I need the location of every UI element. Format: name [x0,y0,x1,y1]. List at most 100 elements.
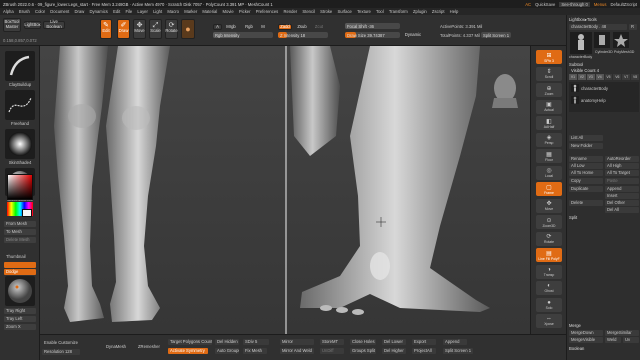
menu-help[interactable]: Help [450,9,459,14]
menu-material[interactable]: Material [202,9,217,14]
all-to-home-button[interactable]: All To Home [569,170,603,176]
menu-picker[interactable]: Picker [239,9,251,14]
ac-toggle[interactable]: AC [525,2,531,7]
canvas-viewport[interactable] [40,46,530,334]
zoom-x-button[interactable]: Zoom X [4,324,36,330]
fix-mesh-button[interactable]: Fix Mesh [243,348,267,354]
orange-button[interactable] [4,262,36,268]
quicksave-button[interactable]: QuickSave [535,2,555,7]
export-button[interactable]: Export [412,339,436,345]
rightshelf-rotate-button[interactable]: ⟳ Rotate [536,231,562,246]
r-button[interactable]: R [629,24,637,30]
menu-transform[interactable]: Transform [389,9,408,14]
visibility-set-v5[interactable]: V5 [604,74,613,80]
rgb-button[interactable]: Rgb [243,24,255,30]
menu-light[interactable]: Light [153,9,162,14]
menu-zplugin[interactable]: Zplugin [413,9,427,14]
groups-split-button[interactable]: Groups Split [350,348,376,354]
menu-brush[interactable]: Brush [19,9,30,14]
zremesher-button[interactable]: ZRemesher [136,344,162,350]
all-high-button[interactable]: All High [605,163,639,169]
all-low-button[interactable]: All Low [569,163,603,169]
subtool-thumb-1[interactable] [571,84,579,92]
del-all-button[interactable]: Del All [605,207,639,213]
resolution-slider[interactable]: Resolution 128 [42,349,80,355]
activate-symmetry-button[interactable]: Activate Symmetry [168,348,208,354]
rightshelf-frame-button[interactable]: ▢ Frame [536,182,562,196]
rightshelf-actual-button[interactable]: ▣ Actual [536,99,562,114]
rgb-intensity-slider[interactable]: Rgb Intensity [213,32,273,38]
insert-button[interactable]: Insert [605,193,639,199]
rightshelf-zoom3d-button[interactable]: ⊙ Zoom3D [536,215,562,229]
subtool-thumb-2[interactable] [571,96,579,104]
tray-right-button[interactable]: Tray Right [4,308,36,314]
color-swatch[interactable] [7,174,33,200]
visibility-set-v1[interactable]: V1 [569,74,577,80]
rename-button[interactable]: Rename [569,156,603,162]
rightshelf-xpose-button[interactable]: ⇔ Xpose [536,314,562,328]
zsub-button[interactable]: Zsub [295,24,309,30]
duplicate-button[interactable]: Duplicate [569,186,603,192]
scale-button[interactable]: ⤢ Scale [149,19,162,39]
menu-zscript[interactable]: Zscript [432,9,445,14]
default-zscript-button[interactable]: DefaultZScript [610,2,637,7]
tray-left-button[interactable]: Tray Left [4,316,36,322]
m-button[interactable]: M [258,24,268,30]
visibility-set-v3[interactable]: V3 [586,74,595,80]
rightshelf-line-fill-polyf-button[interactable]: ▤ Line Fill PolyF [536,248,562,262]
zadd-button[interactable]: Zadd [278,24,292,30]
rightshelf-floor-button[interactable]: ▦ Floor [536,149,562,163]
to-mesh-button[interactable]: To Mesh [4,229,36,235]
boolean-header[interactable]: Boolean [569,346,584,351]
material-sphere-button[interactable]: ● [181,19,195,39]
rightshelf-transp-button[interactable]: ◑ Transp [536,264,562,279]
uv-button[interactable]: Uv [623,337,639,343]
live-boolean-button[interactable]: Live Boolean [43,20,65,29]
merge-down-button[interactable]: MergeDown [569,330,603,336]
rightshelf-spix-3-button[interactable]: ⊞ SPix 3 [536,50,562,64]
split-screen-slider[interactable]: Split Screen 1 [481,32,511,38]
menu-marker[interactable]: Marker [184,9,197,14]
project-all-button[interactable]: ProjectAll [412,348,436,354]
subtool-header[interactable]: Subtool [569,62,583,67]
menu-alpha[interactable]: Alpha [3,9,14,14]
stroke-thumbnail[interactable] [5,90,35,120]
rightshelf-solo-button[interactable]: ● Solo [536,297,562,312]
menu-surface[interactable]: Surface [337,9,351,14]
alpha-thumbnail[interactable] [5,129,35,159]
merge-visible-button[interactable]: MergeVisible [569,337,603,343]
from-mesh-button[interactable]: From Mesh [4,221,36,227]
delete-mesh-button[interactable]: Delete Mesh [4,237,36,243]
merge-header[interactable]: Merge [569,323,581,328]
del-hidden-button[interactable]: Del Hidden [215,339,239,345]
dodge-button[interactable]: Dodge [4,269,36,275]
see-through-slider[interactable]: See-through 0 [559,1,590,7]
rightshelf-ghost-button[interactable]: ◐ Ghost [536,281,562,295]
weld-button[interactable]: Weld [605,337,621,343]
edit-button[interactable]: ✎ Edit [100,19,112,39]
draw-size-slider[interactable]: Draw Size 39.74387 [345,32,400,38]
menu-render[interactable]: Render [283,9,297,14]
visibility-set-v8[interactable]: V8 [631,74,639,80]
auto-groups-button[interactable]: Auto Groups [215,348,239,354]
main-color-chip[interactable] [22,209,32,217]
draw-button[interactable]: ✐ Draw [117,19,130,39]
subtool-item-label[interactable]: anatomyHelp [581,98,606,103]
split-header[interactable]: Split [569,215,577,220]
lightbox-tools-link[interactable]: Lightbox▸Tools [569,17,597,22]
focal-shift-slider[interactable]: Focal Shift -36 [345,23,400,29]
paste-button[interactable]: Paste [605,178,639,184]
menu-tool[interactable]: Tool [376,9,384,14]
rightshelf-local-button[interactable]: ◎ Local [536,165,562,180]
visibility-set-v4[interactable]: V4 [595,74,604,80]
mrgb-button[interactable]: Mrgb [224,24,238,30]
menu-layer[interactable]: Layer [137,9,147,14]
copy-button[interactable]: Copy [569,178,603,184]
sdiv-slider[interactable]: SDiv 5 [243,339,269,345]
merge-similar-button[interactable]: MergeSimilar [605,330,639,336]
rotate-button[interactable]: ⟳ Rotate [165,19,178,39]
append-tray-button[interactable]: Append [605,186,639,192]
boxtool-master-button[interactable]: BoxTool Master [3,18,21,32]
subtool-item-label[interactable]: characterBody [581,86,608,91]
a-button[interactable]: A [213,24,222,30]
